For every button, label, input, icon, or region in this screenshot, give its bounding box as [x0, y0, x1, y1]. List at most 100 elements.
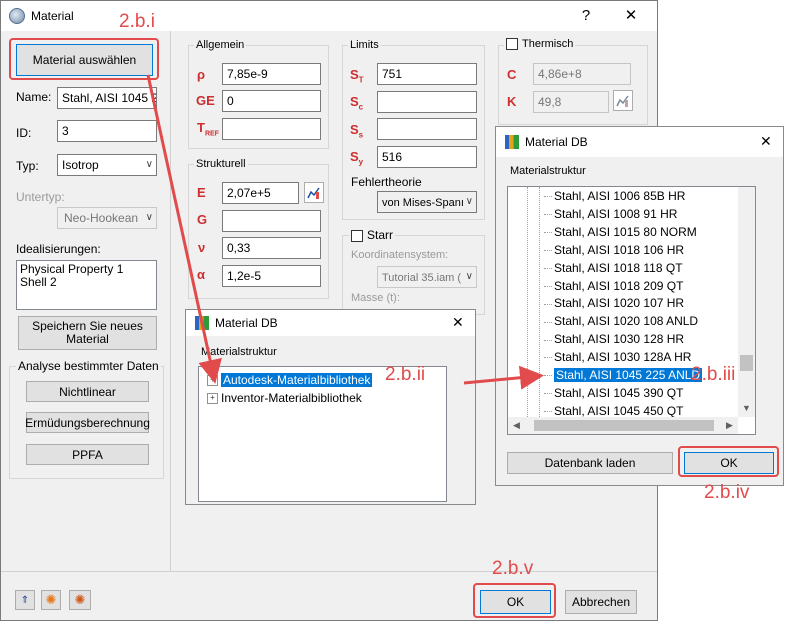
close-icon[interactable]: ✕ — [452, 314, 464, 331]
help-button[interactable]: ? — [566, 1, 606, 31]
id-label: ID: — [16, 126, 32, 140]
tree-item-inventor[interactable]: + Inventor-Materialbibliothek — [207, 389, 362, 407]
tree-item-label[interactable]: Stahl, AISI 1045 390 QT — [554, 386, 683, 400]
tree-item-label[interactable]: Stahl, AISI 1008 91 HR — [554, 207, 677, 221]
callout-step-i: 2.b.i — [119, 11, 155, 32]
left-panel-separator — [170, 31, 171, 571]
horizontal-scrollbar[interactable]: ◀ ▶ — [508, 417, 738, 434]
ss-input[interactable] — [377, 118, 477, 140]
tree-item-material[interactable]: Stahl, AISI 1030 128A HR — [544, 348, 691, 366]
material-tree-small[interactable]: + Autodesk-Materialbibliothek + Inventor-M… — [198, 366, 447, 502]
ge-input[interactable]: 0 — [222, 90, 321, 112]
e-input[interactable]: 2,07e+5 — [222, 182, 299, 204]
scrollbar-thumb[interactable] — [740, 355, 753, 371]
tree-item-label[interactable]: Stahl, AISI 1018 209 QT — [554, 279, 683, 293]
st-input[interactable]: 751 — [377, 63, 477, 85]
sy-input[interactable]: 516 — [377, 146, 477, 168]
tree-item-label[interactable]: Stahl, AISI 1006 85B HR — [554, 189, 685, 203]
tree-item-label[interactable]: Stahl, AISI 1045 450 QT — [554, 404, 683, 418]
idealization-list[interactable]: Physical Property 1 Shell 2 — [16, 260, 157, 310]
highlight-select-material — [9, 38, 159, 80]
tree-item-material[interactable]: Stahl, AISI 1030 128 HR — [544, 330, 684, 348]
coord-select: Tutorial 35.iam (∨ — [377, 266, 477, 288]
star-mixed-icon[interactable]: ✺ — [69, 590, 91, 610]
c-symbol: C — [507, 67, 517, 82]
collapse-up-icon[interactable]: ⇑ — [15, 590, 35, 610]
general-group-label: Allgemein — [194, 39, 247, 51]
save-new-material-button[interactable]: Speichern Sie neues Material — [18, 316, 157, 350]
cancel-button[interactable]: Abbrechen — [565, 590, 637, 614]
tree-item-material[interactable]: Stahl, AISI 1018 118 QT — [544, 259, 683, 277]
tree-item-label[interactable]: Stahl, AISI 1018 118 QT — [554, 261, 683, 275]
limits-group-label: Limits — [348, 39, 381, 51]
scrollbar-thumb[interactable] — [534, 420, 714, 431]
books-icon — [505, 135, 519, 149]
close-icon[interactable]: ✕ — [611, 1, 651, 31]
tree-item-label[interactable]: Stahl, AISI 1030 128A HR — [554, 350, 691, 364]
tree-item-material[interactable]: Stahl, AISI 1020 107 HR — [544, 294, 684, 312]
sc-symbol: Sc — [350, 94, 364, 112]
vertical-scrollbar[interactable]: ▼ — [738, 187, 755, 417]
tree-item-label[interactable]: Stahl, AISI 1020 107 HR — [554, 296, 684, 310]
nu-input[interactable]: 0,33 — [222, 237, 321, 259]
id-input[interactable]: 3 — [57, 120, 157, 142]
ppfa-button[interactable]: PPFA — [26, 444, 149, 465]
list-item[interactable]: Shell 2 — [20, 276, 153, 289]
rigid-checkbox[interactable] — [351, 229, 363, 242]
tree-item-material[interactable]: Stahl, AISI 1045 390 QT — [544, 384, 683, 402]
sc-input[interactable] — [377, 91, 477, 113]
ss-symbol: Ss — [350, 122, 364, 140]
chevron-down-icon: ∨ — [465, 196, 473, 207]
chevron-down-icon: ∨ — [145, 212, 153, 223]
analysis-group-label: Analyse bestimmter Daten — [16, 359, 161, 373]
tree-branch-line — [544, 250, 552, 252]
star-orange-icon[interactable]: ✺ — [41, 590, 61, 610]
app-icon — [9, 8, 25, 24]
fatigue-button[interactable]: Ermüdungsberechnung — [25, 412, 150, 433]
material-tree-large[interactable]: Stahl, AISI 1006 85B HR Stahl, AISI 1008 … — [507, 186, 756, 435]
tree-item-label[interactable]: Stahl, AISI 1045 225 ANLD — [554, 368, 703, 382]
tree-item-label[interactable]: Stahl, AISI 1030 128 HR — [554, 332, 684, 346]
close-icon[interactable]: ✕ — [760, 133, 772, 150]
tree-item-label[interactable]: Stahl, AISI 1018 106 HR — [554, 243, 684, 257]
tref-symbol: TREF — [197, 120, 219, 138]
type-select[interactable]: Isotrop ∨ — [57, 154, 157, 176]
thermal-checkbox[interactable] — [506, 38, 518, 51]
dialog-title-bar: Material DB ✕ — [496, 127, 783, 157]
dialog-title-bar: Material DB ✕ — [186, 310, 475, 336]
alpha-symbol: α — [197, 267, 205, 282]
tree-item-material[interactable]: Stahl, AISI 1045 225 ANLD — [544, 366, 703, 384]
chevron-down-icon: ∨ — [465, 271, 473, 282]
tree-branch-line — [544, 267, 552, 269]
expand-plus-icon[interactable]: + — [207, 375, 218, 387]
scroll-down-icon[interactable]: ▼ — [738, 400, 755, 417]
tree-item-material[interactable]: Stahl, AISI 1018 209 QT — [544, 277, 683, 295]
subtype-label: Untertyp: — [16, 190, 65, 204]
tree-item-autodesk[interactable]: + Autodesk-Materialbibliothek — [207, 371, 373, 389]
tree-item-material[interactable]: Stahl, AISI 1008 91 HR — [544, 205, 677, 223]
chevron-down-icon: ∨ — [145, 159, 153, 170]
g-input[interactable] — [222, 210, 321, 232]
nonlinear-button[interactable]: Nichtlinear — [26, 381, 149, 402]
chart-thermometer-icon[interactable] — [304, 182, 324, 203]
tree-item-label[interactable]: Stahl, AISI 1020 108 ANLD — [554, 314, 698, 328]
failure-theory-label: Fehlertheorie — [351, 175, 422, 189]
tree-item-material[interactable]: Stahl, AISI 1020 108 ANLD — [544, 312, 698, 330]
tree-item-material[interactable]: Stahl, AISI 1018 106 HR — [544, 241, 684, 259]
alpha-input[interactable]: 1,2e-5 — [222, 265, 321, 287]
subtype-select: Neo-Hookean ∨ — [57, 207, 157, 229]
tref-input[interactable] — [222, 118, 321, 140]
load-database-button[interactable]: Datenbank laden — [507, 452, 673, 474]
tree-item-material[interactable]: Stahl, AISI 1006 85B HR — [544, 187, 685, 205]
chart-thermometer-icon[interactable] — [613, 90, 633, 111]
tree-item-label[interactable]: Stahl, AISI 1015 80 NORM — [554, 225, 697, 239]
tree-item-material[interactable]: Stahl, AISI 1015 80 NORM — [544, 223, 697, 241]
highlight-db-ok — [678, 446, 779, 477]
scroll-right-icon[interactable]: ▶ — [721, 417, 738, 434]
rho-input[interactable]: 7,85e-9 — [222, 63, 321, 85]
name-input[interactable]: Stahl, AISI 1045 22 — [57, 87, 157, 109]
tree-branch-line — [544, 196, 552, 198]
expand-plus-icon[interactable]: + — [207, 393, 218, 405]
failure-theory-select[interactable]: von Mises-Spanı ∨ — [377, 191, 477, 213]
scroll-left-icon[interactable]: ◀ — [508, 417, 525, 434]
